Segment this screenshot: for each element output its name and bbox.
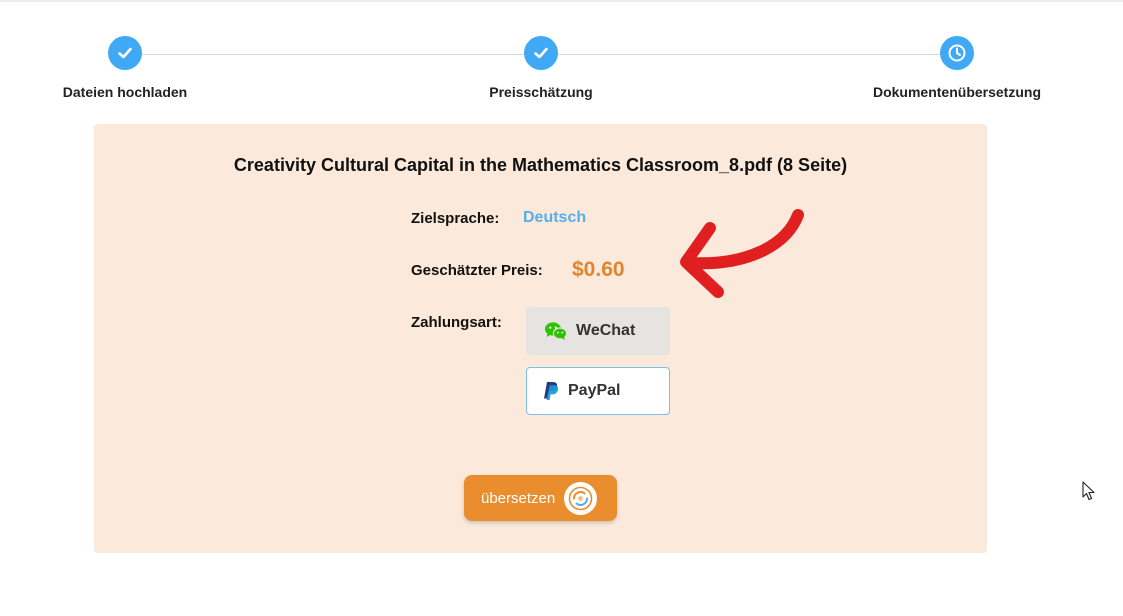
payment-label: Zahlungsart: bbox=[411, 314, 502, 331]
step-current-circle bbox=[940, 36, 974, 70]
wechat-label: WeChat bbox=[576, 322, 636, 339]
step-label: Dokumentenübersetzung bbox=[872, 84, 1041, 100]
target-language-label: Zielsprache: bbox=[411, 210, 500, 227]
target-language-value[interactable]: Deutsch bbox=[523, 209, 586, 227]
step-price-estimate: Preisschätzung bbox=[421, 36, 661, 100]
mouse-cursor-icon bbox=[1082, 481, 1095, 501]
paypal-icon bbox=[544, 382, 559, 400]
translate-button-label: übersetzen bbox=[481, 489, 556, 507]
step-document-translation: Dokumentenübersetzung bbox=[837, 36, 1077, 100]
paypal-label: PayPal bbox=[568, 382, 621, 399]
progress-stepper: Dateien hochladen Preisschätzung Dokumen… bbox=[0, 0, 1123, 110]
check-icon bbox=[534, 47, 548, 59]
paypal-pay-button[interactable]: PayPal bbox=[526, 367, 670, 415]
step-done-circle bbox=[524, 36, 558, 70]
check-icon bbox=[118, 47, 132, 59]
translate-swirl-icon bbox=[564, 481, 598, 515]
price-value: $0.60 bbox=[572, 258, 625, 281]
price-label: Geschätzter Preis: bbox=[411, 262, 543, 279]
file-title: Creativity Cultural Capital in the Mathe… bbox=[233, 155, 848, 175]
translate-button[interactable]: übersetzen bbox=[464, 475, 617, 521]
step-done-circle bbox=[108, 36, 142, 70]
wechat-icon bbox=[545, 322, 568, 340]
order-card: Creativity Cultural Capital in the Mathe… bbox=[94, 124, 987, 553]
step-label: Preisschätzung bbox=[489, 84, 593, 100]
red-arrow-annotation bbox=[680, 209, 804, 298]
wechat-pay-button[interactable]: WeChat bbox=[526, 307, 670, 355]
clock-icon bbox=[948, 44, 966, 62]
step-upload: Dateien hochladen bbox=[5, 36, 245, 100]
step-label: Dateien hochladen bbox=[62, 84, 188, 100]
